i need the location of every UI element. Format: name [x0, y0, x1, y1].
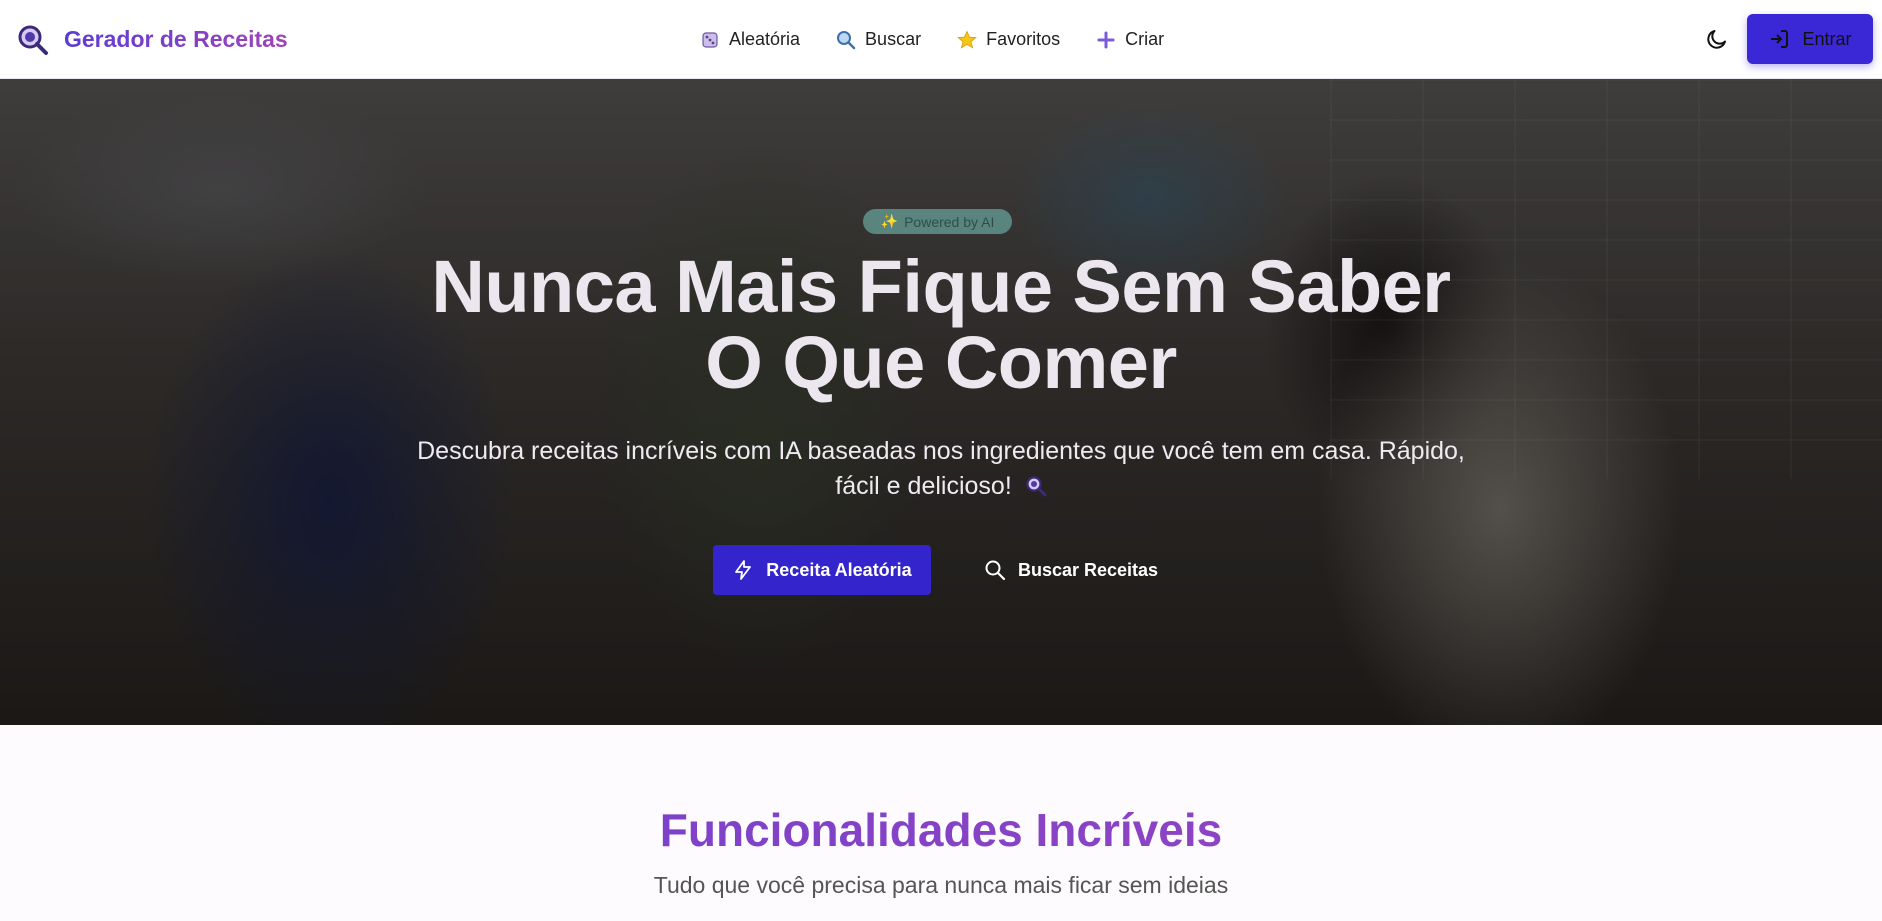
search-recipes-label: Buscar Receitas — [1017, 559, 1159, 580]
login-icon — [1771, 30, 1789, 48]
plus-icon — [1096, 30, 1116, 50]
nav-label-favoritos: Favoritos — [986, 29, 1061, 49]
nav-item-buscar[interactable]: Buscar — [836, 29, 921, 50]
nav-label-buscar: Buscar — [865, 29, 922, 49]
top-navbar: Gerador de Receitas Aleatória Buscar Fav… — [0, 0, 1882, 79]
login-button[interactable]: Entrar — [1747, 14, 1873, 64]
nav-label-aleatoria: Aleatória — [729, 29, 801, 49]
star-icon — [957, 30, 977, 50]
random-recipe-button[interactable]: Receita Aleatória — [713, 545, 931, 595]
hero-title-line2: O Que Comer — [705, 321, 1177, 404]
brand-name: Gerador de Receitas — [64, 26, 288, 52]
nav-item-aleatoria[interactable]: Aleatória — [700, 29, 800, 50]
theme-toggle-button[interactable] — [1700, 22, 1734, 56]
hero-title-line1: Nunca Mais Fique Sem Saber — [431, 245, 1451, 328]
features-subtitle: Tudo que você precisa para nunca mais fi… — [653, 872, 1229, 898]
login-label: Entrar — [1802, 28, 1852, 49]
brand-magnifier-icon — [18, 25, 48, 55]
hero-content: ✨ Powered by AI Nunca Mais Fique Sem Sab… — [0, 79, 1882, 725]
nav-item-favoritos[interactable]: Favoritos — [957, 29, 1060, 50]
magnifier-emoji-icon — [1026, 476, 1047, 497]
nav-label-criar: Criar — [1125, 29, 1165, 49]
hero-subtitle-line1: Descubra receitas incríveis com IA basea… — [417, 437, 1465, 465]
hero-title: Nunca Mais Fique Sem Saber O Que Comer — [300, 249, 1582, 401]
features-title: Funcionalidades Incríveis — [0, 802, 1882, 858]
search-icon — [985, 560, 1006, 581]
brand-logo-link[interactable]: Gerador de Receitas — [16, 0, 288, 79]
dice-icon — [700, 30, 720, 50]
hero-subtitle-line2: fácil e delicioso! — [835, 472, 1012, 500]
moon-icon — [1707, 30, 1726, 49]
magnifier-icon — [836, 30, 856, 50]
features-section: Funcionalidades Incríveis Tudo que você … — [0, 725, 1882, 921]
powered-by-badge: ✨ Powered by AI — [863, 209, 1012, 234]
lightning-icon — [735, 560, 752, 580]
hero-section: ✨ Powered by AI Nunca Mais Fique Sem Sab… — [0, 79, 1882, 725]
search-recipes-button[interactable]: Buscar Receitas — [966, 545, 1176, 595]
nav-item-criar[interactable]: Criar — [1096, 29, 1164, 50]
hero-subtitle: Descubra receitas incríveis com IA basea… — [380, 434, 1502, 504]
badge-label: Powered by AI — [904, 213, 995, 230]
random-recipe-label: Receita Aleatória — [766, 559, 912, 580]
main-nav: Aleatória Buscar Favoritos Criar — [700, 0, 1164, 79]
sparkle-icon: ✨ — [880, 213, 899, 229]
